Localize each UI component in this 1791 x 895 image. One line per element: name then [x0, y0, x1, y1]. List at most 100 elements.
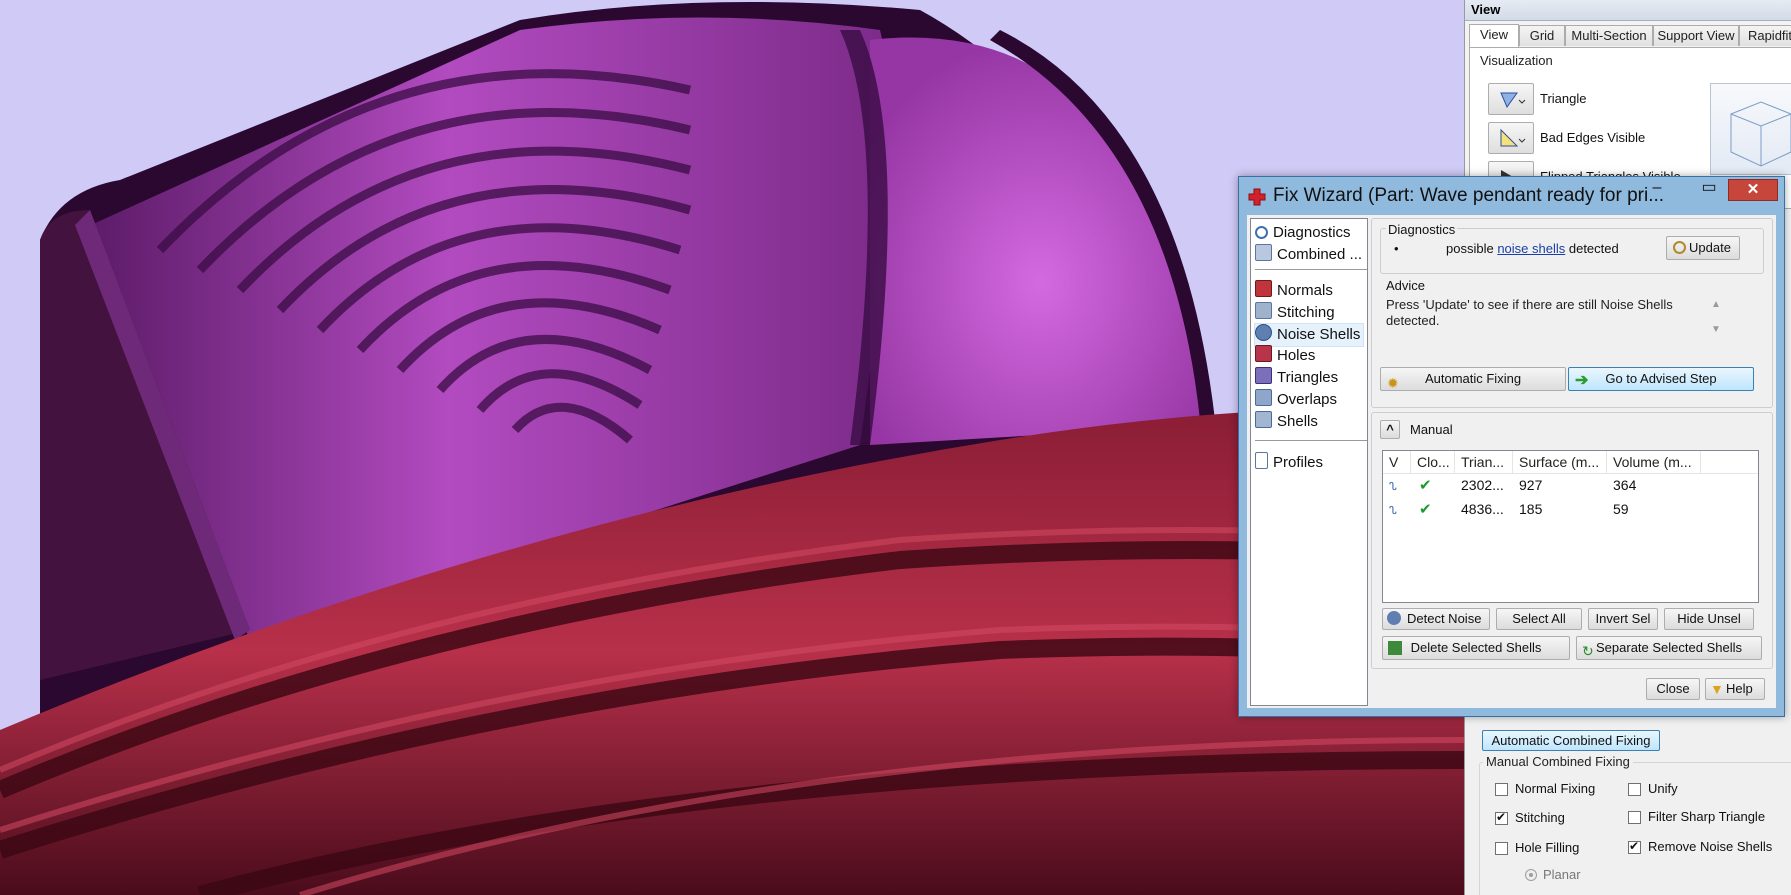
overlaps-icon	[1255, 389, 1272, 406]
automatic-fixing-button[interactable]: ✹ Automatic Fixing	[1380, 367, 1566, 391]
magnifier-icon	[1673, 241, 1686, 254]
noise-shells-table[interactable]: V Clo... Trian... Surface (m... Volume (…	[1382, 450, 1759, 603]
nav-item-holes[interactable]: Holes	[1255, 345, 1315, 367]
tab-rapidfit[interactable]: Rapidfit	[1739, 25, 1791, 46]
diagnostics-message: possible noise shells detected	[1446, 241, 1619, 256]
delete-selected-shells-button[interactable]: Delete Selected Shells	[1382, 636, 1570, 660]
update-label: Update	[1689, 240, 1731, 255]
noise-shells-link[interactable]: noise shells	[1497, 241, 1565, 256]
close-button[interactable]: Close	[1646, 678, 1700, 700]
manual-combined-fixing-label: Manual Combined Fixing	[1483, 754, 1633, 769]
automatic-fixing-label: Automatic Fixing	[1424, 371, 1522, 386]
col-visible[interactable]: V	[1383, 451, 1411, 473]
noise-shells-icon	[1255, 324, 1272, 341]
unify-label: Unify	[1648, 781, 1678, 796]
planar-radio[interactable]	[1525, 869, 1537, 881]
holes-icon	[1255, 345, 1272, 362]
nav-label: Overlaps	[1277, 391, 1338, 408]
separate-selected-shells-button[interactable]: ↻ Separate Selected Shells	[1576, 636, 1762, 660]
col-triangles[interactable]: Trian...	[1455, 451, 1513, 473]
nav-item-profiles[interactable]: Profiles	[1255, 452, 1323, 474]
normal-fixing-checkbox[interactable]	[1495, 783, 1508, 796]
remove-noise-shells-label: Remove Noise Shells	[1648, 839, 1773, 854]
filter-sharp-triangle-checkbox[interactable]	[1628, 811, 1641, 824]
green-arrow-icon: ➔	[1575, 372, 1589, 389]
col-surface[interactable]: Surface (m...	[1513, 451, 1607, 473]
check-icon: ✔	[1419, 501, 1432, 518]
row-volume: 364	[1613, 477, 1637, 493]
advice-label: Advice	[1386, 278, 1426, 293]
row-volume: 59	[1613, 501, 1629, 517]
nav-item-shells[interactable]: Shells	[1255, 411, 1318, 433]
col-closed[interactable]: Clo...	[1411, 451, 1455, 473]
separate-shells-icon: ↻	[1582, 643, 1594, 659]
eye-icon[interactable]: ᔐ	[1383, 475, 1411, 495]
help-label: Help	[1726, 681, 1753, 696]
nav-label: Noise Shells	[1277, 326, 1361, 343]
select-all-button[interactable]: Select All	[1496, 608, 1582, 630]
combined-fixing-area: Automatic Combined Fixing Manual Combine…	[1465, 700, 1791, 895]
eye-icon[interactable]: ᔐ	[1383, 499, 1411, 519]
automatic-combined-fixing-button[interactable]: Automatic Combined Fixing	[1482, 730, 1660, 751]
noise-icon	[1387, 611, 1401, 625]
view-cube[interactable]	[1710, 83, 1791, 175]
nav-item-overlaps[interactable]: Overlaps	[1255, 389, 1337, 411]
tab-grid[interactable]: Grid	[1519, 25, 1565, 46]
help-button[interactable]: ▼ Help	[1705, 678, 1765, 700]
magnifier-icon	[1255, 226, 1268, 239]
triangles-icon	[1255, 367, 1272, 384]
fix-wizard-nav: Diagnostics Combined ... Normals Stitchi…	[1250, 218, 1368, 706]
stitching-checkbox[interactable]	[1495, 810, 1508, 825]
fix-wizard-dialog: Fix Wizard (Part: Wave pendant ready for…	[1238, 176, 1785, 717]
nav-separator	[1255, 269, 1367, 270]
detect-noise-label: Detect Noise	[1407, 611, 1482, 626]
nav-label: Holes	[1277, 347, 1316, 364]
row-triangles: 2302...	[1461, 477, 1504, 493]
nav-item-noise-shells[interactable]: Noise Shells	[1254, 323, 1365, 347]
go-to-advised-step-button[interactable]: ➔ Go to Advised Step	[1568, 367, 1754, 391]
shells-icon	[1255, 411, 1272, 428]
collapse-manual-button[interactable]: ^	[1380, 420, 1400, 439]
nav-item-diagnostics[interactable]: Diagnostics	[1255, 222, 1351, 244]
maximize-button[interactable]: ▭	[1696, 179, 1722, 199]
update-button[interactable]: Update	[1666, 236, 1740, 260]
detect-noise-button[interactable]: Detect Noise	[1382, 608, 1490, 630]
col-volume[interactable]: Volume (m...	[1607, 451, 1701, 473]
minimize-button[interactable]: –	[1644, 179, 1670, 199]
combined-icon	[1255, 244, 1272, 261]
cube-icon	[1730, 101, 1791, 167]
filter-sharp-triangle-label: Filter Sharp Triangle	[1648, 809, 1766, 824]
triangle-mode-button[interactable]	[1488, 83, 1534, 115]
triangle-icon	[1500, 92, 1526, 109]
nav-label: Triangles	[1277, 369, 1339, 386]
scroll-up-icon: ▲	[1711, 299, 1721, 310]
vis-label-bad-edges: Bad Edges Visible	[1540, 130, 1646, 145]
tab-view[interactable]: View	[1469, 24, 1519, 47]
advice-scroll[interactable]: ▲ ▼	[1709, 299, 1723, 343]
hole-filling-checkbox[interactable]	[1495, 842, 1508, 855]
tab-support-view[interactable]: Support View	[1653, 25, 1739, 46]
nav-item-triangles[interactable]: Triangles	[1255, 367, 1338, 389]
fix-wizard-titlebar[interactable]: Fix Wizard (Part: Wave pendant ready for…	[1239, 177, 1784, 215]
delete-selected-label: Delete Selected Shells	[1410, 640, 1542, 655]
table-header: V Clo... Trian... Surface (m... Volume (…	[1383, 451, 1758, 474]
go-to-advised-label: Go to Advised Step	[1605, 371, 1717, 386]
scroll-down-icon: ▼	[1711, 324, 1721, 335]
tab-multi-section[interactable]: Multi-Section	[1565, 25, 1653, 46]
view-panel-title: View	[1465, 0, 1791, 21]
view-tabbar: View Grid Multi-Section Support View Rap…	[1469, 24, 1791, 47]
bad-edges-button[interactable]	[1488, 122, 1534, 154]
remove-noise-shells-checkbox[interactable]	[1628, 839, 1641, 854]
red-cross-icon	[1248, 188, 1266, 206]
invert-sel-button[interactable]: Invert Sel	[1588, 608, 1658, 630]
row-surface: 185	[1519, 501, 1543, 517]
nav-item-combined[interactable]: Combined ...	[1255, 244, 1362, 266]
stitching-label: Stitching	[1515, 810, 1565, 825]
nav-label: Diagnostics	[1273, 224, 1351, 241]
nav-separator	[1255, 440, 1367, 441]
nav-item-normals[interactable]: Normals	[1255, 280, 1333, 302]
hide-unsel-button[interactable]: Hide Unsel	[1664, 608, 1754, 630]
close-window-button[interactable]: ✕	[1728, 179, 1778, 201]
nav-item-stitching[interactable]: Stitching	[1255, 302, 1335, 324]
unify-checkbox[interactable]	[1628, 783, 1641, 796]
